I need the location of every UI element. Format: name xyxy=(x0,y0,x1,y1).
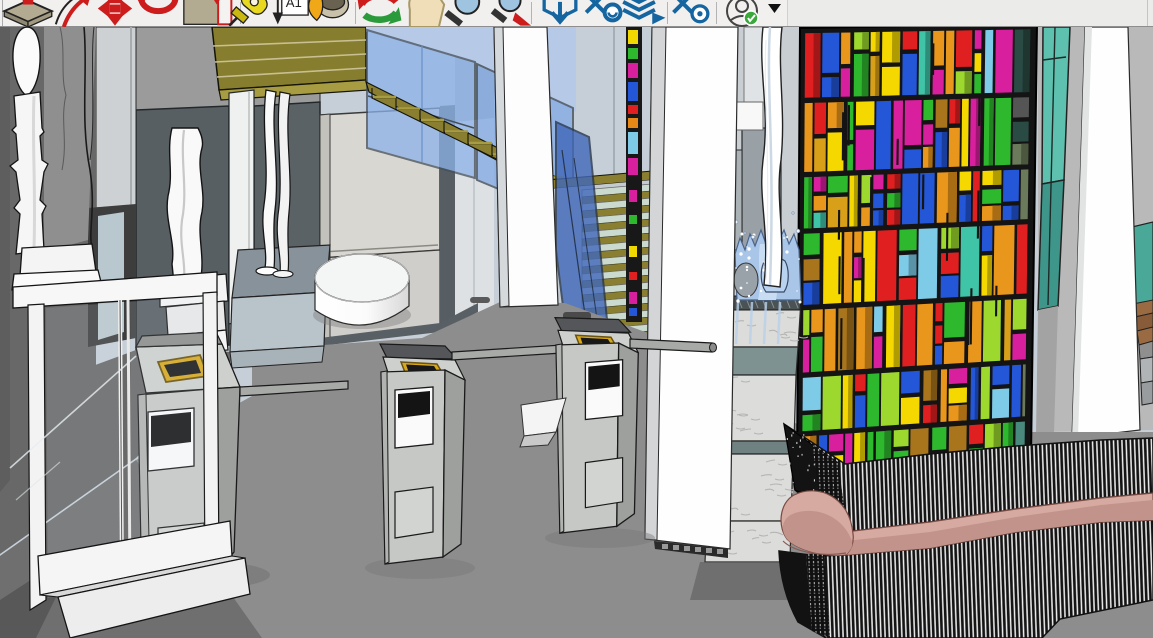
svg-text:A1: A1 xyxy=(286,0,302,10)
